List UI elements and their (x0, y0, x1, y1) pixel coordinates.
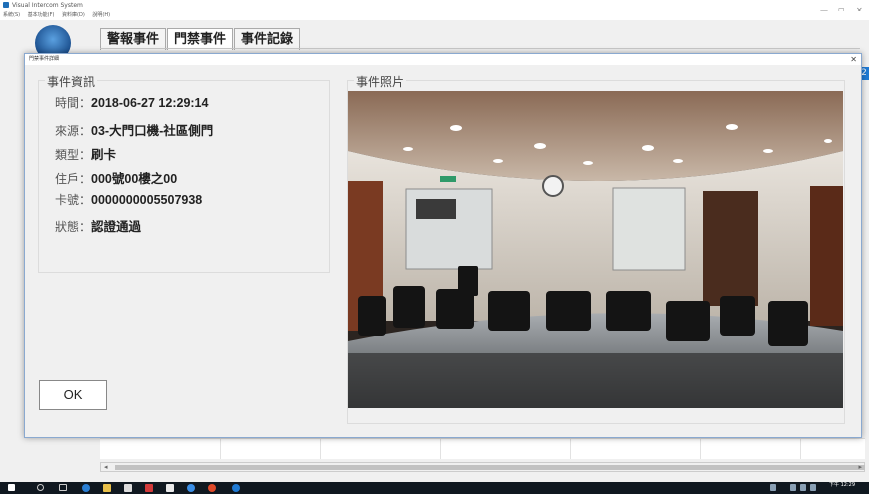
menu-database[interactable]: 資料庫(D) (62, 12, 85, 18)
event-photo-group: 事件照片 (347, 73, 845, 424)
field-type: 類型：刷卡 (55, 144, 116, 163)
dialog-title: 門禁事件詳細 (29, 56, 60, 62)
grid-column-divider (800, 439, 801, 459)
grid-column-divider (320, 439, 321, 459)
horizontal-scrollbar[interactable]: ◂ ▸ (100, 462, 865, 472)
field-value: 認證通過 (91, 220, 142, 234)
event-photo-title: 事件照片 (354, 73, 407, 90)
tray-network-icon[interactable] (790, 484, 796, 491)
tab-divider (100, 48, 860, 49)
field-status: 狀態：認證通過 (55, 216, 141, 235)
menu-functions[interactable]: 基本功能(F) (28, 12, 55, 18)
field-label: 卡號： (55, 193, 92, 207)
search-icon[interactable] (37, 484, 44, 491)
event-grid[interactable] (100, 438, 865, 459)
taskbar: 下午 12:29 (0, 482, 869, 494)
menu-help[interactable]: 說明(H) (92, 12, 110, 18)
app-titlebar: Visual Intercom System — ◻ ✕ (0, 0, 869, 15)
event-tabs: 警報事件 門禁事件 事件記錄 (100, 28, 301, 50)
event-photo (348, 91, 843, 408)
event-detail-dialog: 門禁事件詳細 ✕ 事件資訊 時間：2018-06-27 12:29:14 來源：… (24, 53, 862, 438)
field-card-number: 卡號：0000000005507938 (55, 191, 202, 208)
intercom-icon[interactable] (232, 484, 240, 492)
tab-event-log[interactable]: 事件記錄 (234, 28, 301, 50)
field-source: 來源：03-大門口機-社區側門 (55, 120, 213, 139)
field-label: 住戶： (55, 172, 92, 186)
grid-column-divider (220, 439, 221, 459)
event-info-title: 事件資訊 (45, 73, 98, 90)
ok-button[interactable]: OK (39, 380, 107, 410)
app-title: Visual Intercom System (12, 2, 83, 9)
ie-icon[interactable] (187, 484, 195, 492)
menu-bar: 系統(S) 基本功能(F) 資料庫(D) 說明(H) (0, 11, 869, 20)
app-icon (3, 2, 9, 8)
windows-icon[interactable] (8, 484, 15, 491)
grid-column-divider (570, 439, 571, 459)
event-info-group: 事件資訊 時間：2018-06-27 12:29:14 來源：03-大門口機-社… (38, 73, 330, 273)
chrome-icon[interactable] (208, 484, 216, 492)
grid-column-divider (440, 439, 441, 459)
field-label: 類型： (55, 148, 92, 162)
tab-alarm-events[interactable]: 警報事件 (100, 28, 167, 50)
tray-person-icon[interactable] (770, 484, 776, 491)
store-icon[interactable] (124, 484, 132, 492)
field-value: 0000000005507938 (91, 193, 203, 207)
field-value: 03-大門口機-社區側門 (91, 124, 214, 138)
app-icon[interactable] (145, 484, 153, 492)
tray-ime-icon[interactable] (810, 484, 816, 491)
field-value: 000號00樓之00 (91, 172, 178, 186)
task-view-icon[interactable] (59, 484, 67, 491)
close-icon[interactable]: ✕ (850, 54, 857, 65)
scroll-left-icon[interactable]: ◂ (104, 463, 108, 472)
scroll-thumb[interactable] (115, 465, 865, 470)
field-label: 狀態： (55, 220, 92, 234)
field-label: 時間： (55, 96, 92, 110)
mail-icon[interactable] (166, 484, 174, 492)
file-explorer-icon[interactable] (103, 484, 111, 492)
edge-icon[interactable] (82, 484, 90, 492)
grid-column-divider (700, 439, 701, 459)
dialog-titlebar: 門禁事件詳細 ✕ (25, 54, 861, 65)
taskbar-clock[interactable]: 下午 12:29 (829, 482, 855, 488)
field-value: 刷卡 (91, 148, 117, 162)
tray-volume-icon[interactable] (800, 484, 806, 491)
field-resident: 住戶：000號00樓之00 (55, 168, 177, 187)
scroll-right-icon[interactable]: ▸ (858, 463, 862, 472)
menu-system[interactable]: 系統(S) (3, 12, 20, 18)
tab-access-events[interactable]: 門禁事件 (167, 28, 234, 50)
field-label: 來源： (55, 124, 92, 138)
field-time: 時間：2018-06-27 12:29:14 (55, 94, 208, 111)
field-value: 2018-06-27 12:29:14 (91, 96, 209, 110)
